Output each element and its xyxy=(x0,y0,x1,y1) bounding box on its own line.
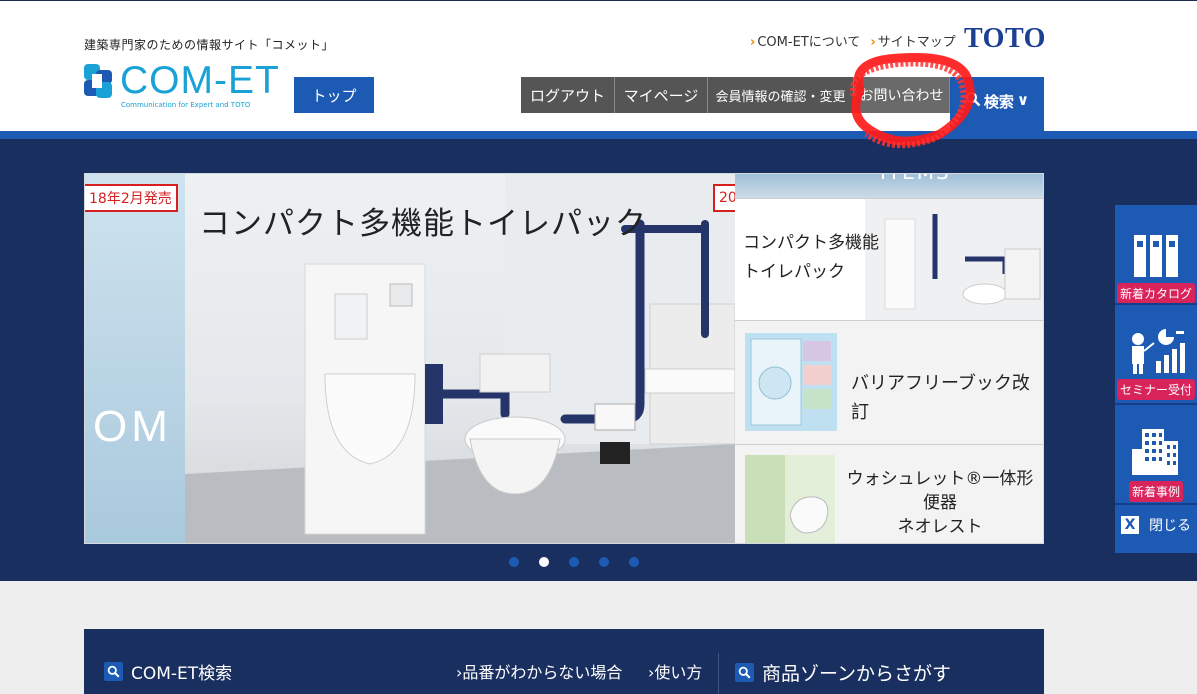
thumb-item-neorest[interactable]: ウォシュレット®一体形便器 ネオレスト xyxy=(735,444,1043,543)
slider-dot-2-active[interactable] xyxy=(539,557,549,567)
nav-mypage[interactable]: マイページ xyxy=(615,77,708,113)
logo-subtitle: Communication for Expert and TOTO xyxy=(121,101,251,109)
util-link-about[interactable]: › COM-ETについて xyxy=(750,31,860,50)
main-slide[interactable]: OM 18年2月発売 2 コンパクト多機能トイレパック xyxy=(85,174,735,543)
comet-search-panel: COM-ET検索 ›品番がわからない場合 ›使い方 商品ゾーンからさがす xyxy=(84,629,1044,694)
side-seminar[interactable]: セミナー受付 xyxy=(1115,323,1197,400)
release-date-badge: 18年2月発売 xyxy=(85,184,178,212)
product-zone-heading[interactable]: 商品ゾーンからさがす xyxy=(735,659,951,686)
side-close-label: 閉じる xyxy=(1149,518,1191,534)
slider-dot-3[interactable] xyxy=(569,557,579,567)
page: 建築専門家のための情報サイト「コメット」 COM-ET Communicatio… xyxy=(0,0,1197,694)
side-label-seminar: セミナー受付 xyxy=(1116,379,1195,400)
thumb-book-image xyxy=(745,333,837,431)
seminar-icon xyxy=(1126,323,1186,375)
thumb-item-compact-toilet[interactable]: コンパクト多機能 トイレパック xyxy=(735,198,1043,320)
util-link-sitemap[interactable]: › サイトマップ xyxy=(870,31,955,50)
hero-slider: OM 18年2月発売 2 コンパクト多機能トイレパック コンパクト多機能 トイレ… xyxy=(84,173,1044,544)
side-label-cases: 新着事例 xyxy=(1128,481,1183,502)
catalog-icon xyxy=(1131,227,1181,279)
search-toggle-button[interactable]: 検索 ∨ xyxy=(950,77,1044,133)
side-new-cases[interactable]: 新着事例 xyxy=(1115,425,1197,502)
thumb-item-barrier-free-book[interactable]: バリアフリーブック改訂 xyxy=(735,320,1043,444)
floating-side-menu: 新着カタログ セミナー受付 新着事例 X 閉じる xyxy=(1115,205,1197,553)
thumb-header-label: ITEMS xyxy=(880,174,951,184)
side-new-catalog[interactable]: 新着カタログ xyxy=(1115,227,1197,304)
close-icon: X xyxy=(1121,516,1139,534)
slider-pagination xyxy=(509,557,639,567)
thumb-toilet-image xyxy=(865,199,1043,320)
slider-dot-4[interactable] xyxy=(599,557,609,567)
thumb-header: ITEMS xyxy=(735,174,1043,198)
top-button[interactable]: トップ xyxy=(294,77,374,113)
search-icon xyxy=(965,92,981,107)
comet-logo-mark-icon xyxy=(84,64,112,98)
side-close-button[interactable]: X 閉じる xyxy=(1121,515,1191,535)
side-label-catalog: 新着カタログ xyxy=(1116,283,1195,304)
unknown-part-number-link[interactable]: ›品番がわからない場合 xyxy=(456,659,622,683)
building-icon xyxy=(1130,425,1182,477)
thumb-label-barrier-free-book: バリアフリーブック改訂 xyxy=(851,373,1030,423)
slider-dot-5[interactable] xyxy=(629,557,639,567)
search-icon xyxy=(104,662,123,681)
site-header: 建築専門家のための情報サイト「コメット」 COM-ET Communicatio… xyxy=(0,0,1197,133)
how-to-use-link[interactable]: ›使い方 xyxy=(648,659,702,683)
site-tagline: 建築専門家のための情報サイト「コメット」 xyxy=(84,38,335,52)
logo-text: COM-ET xyxy=(120,59,280,102)
nav-contact[interactable]: お問い合わせ xyxy=(854,77,950,113)
slider-dot-1[interactable] xyxy=(509,557,519,567)
search-label: 検索 xyxy=(983,93,1014,111)
chevron-down-icon: ∨ xyxy=(1016,91,1030,109)
nav-logout[interactable]: ログアウト xyxy=(521,77,615,113)
side-divider xyxy=(1115,403,1197,405)
thumb-label-neorest: ウォシュレット®一体形便器 ネオレスト xyxy=(846,469,1034,537)
comet-logo[interactable]: COM-ET Communication for Expert and TOTO xyxy=(84,59,284,117)
utility-links: › COM-ETについて › サイトマップ xyxy=(750,31,956,50)
slide-title: コンパクト多機能トイレパック xyxy=(199,206,647,242)
side-divider xyxy=(1115,503,1197,505)
header-accent-bar xyxy=(0,131,1197,139)
toto-brand-logo[interactable]: TOTO xyxy=(964,23,1046,55)
next-badge-peek: 20 xyxy=(713,184,735,212)
slide-thumbnail-list: ITEMS コンパクト多機能トイレパック xyxy=(735,174,1043,543)
nav-member-info[interactable]: 会員情報の確認・変更 xyxy=(708,77,854,113)
comet-search-heading: COM-ET検索 xyxy=(104,659,232,684)
thumb-neorest-image xyxy=(745,455,835,543)
search-icon xyxy=(735,663,754,682)
thumb-label-compact-toilet: コンパクト多機能 トイレパック xyxy=(743,233,879,282)
main-nav: ログアウト マイページ 会員情報の確認・変更 お問い合わせ xyxy=(521,77,950,113)
panel-divider xyxy=(718,653,719,694)
side-divider xyxy=(1115,303,1197,305)
